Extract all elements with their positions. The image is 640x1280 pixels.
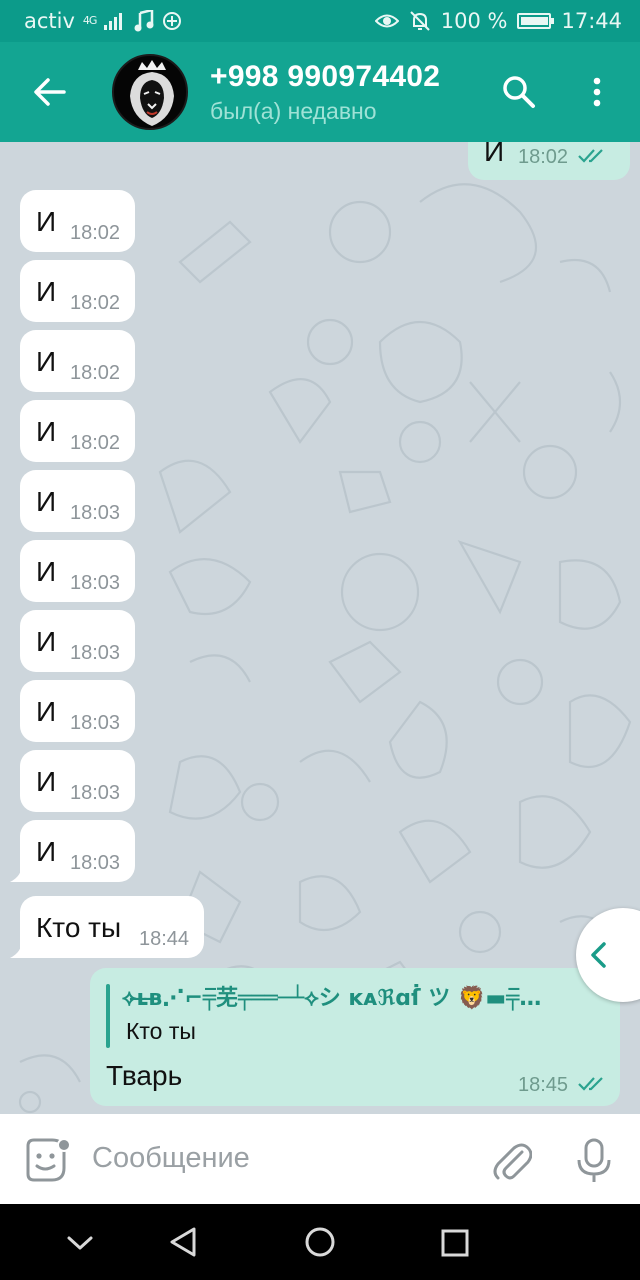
- triangle-back-icon: [170, 1227, 196, 1257]
- chevron-down-icon: [67, 1236, 93, 1250]
- nav-hide-button[interactable]: [64, 1228, 96, 1256]
- circle-home-icon: [305, 1227, 335, 1257]
- search-icon: [503, 76, 535, 108]
- message-incoming[interactable]: Кто ты 18:44: [20, 896, 204, 958]
- lion-king-avatar: [130, 60, 174, 126]
- message-incoming[interactable]: И 18:02: [20, 260, 135, 322]
- message-outgoing[interactable]: И 18:02: [468, 142, 630, 180]
- eye-icon: [374, 14, 399, 28]
- message-text: И: [484, 142, 505, 167]
- music-icon: [134, 10, 154, 32]
- bubble-tail: [10, 940, 32, 958]
- message-time: 18:02: [70, 432, 121, 454]
- message-incoming[interactable]: И 18:03: [20, 540, 135, 602]
- message-incoming[interactable]: И 18:02: [20, 190, 135, 252]
- avatar[interactable]: [112, 54, 188, 130]
- message-time: 18:02: [70, 362, 121, 384]
- network-type: 4G: [82, 14, 97, 27]
- message-time: 18:02: [70, 292, 121, 314]
- chat-area[interactable]: И 18:02 И 18:02 И 18:02 И 18:02 И 18:02 …: [0, 142, 640, 1114]
- contact-info[interactable]: +998 990974402 был(а) недавно: [210, 60, 440, 125]
- nav-recents-button[interactable]: [440, 1228, 470, 1258]
- microphone-icon: [577, 1138, 611, 1182]
- paperclip-icon: [493, 1143, 533, 1180]
- search-button[interactable]: [484, 42, 554, 142]
- message-text: И: [36, 416, 57, 447]
- message-incoming[interactable]: И 18:03: [20, 610, 135, 672]
- sticker-button[interactable]: [22, 1138, 72, 1182]
- system-nav-bar: [0, 1204, 640, 1280]
- arrow-left-icon: [34, 78, 66, 106]
- last-seen-status: был(а) недавно: [210, 97, 377, 124]
- double-check-icon: [578, 149, 603, 163]
- message-text: И: [36, 346, 57, 377]
- message-text: Кто ты: [36, 912, 122, 943]
- contact-name: +998 990974402: [210, 59, 441, 93]
- message-outgoing[interactable]: ⟡ʟ̶ʙ̶⋰⌐╤̅芜╤══─┴⟡シ ĸᴀℜɑẛ ツ 🦁▬╤̅… Кто ты Т…: [90, 968, 620, 1106]
- menu-button[interactable]: [562, 42, 632, 142]
- message-time: 18:02: [518, 146, 569, 168]
- message-text: И: [36, 766, 57, 797]
- clock: 17:44: [561, 9, 622, 33]
- message-text: Тварь: [106, 1060, 183, 1091]
- message-incoming[interactable]: И 18:03: [20, 750, 135, 812]
- message-text: И: [36, 836, 57, 867]
- carrier-label: activ: [24, 9, 75, 33]
- battery-icon: [517, 13, 555, 29]
- signal-icon: [104, 13, 123, 30]
- status-bar: activ 4G 100 % 17:44: [0, 0, 640, 42]
- back-button[interactable]: [0, 42, 100, 142]
- message-time: 18:03: [70, 642, 121, 664]
- nav-home-button[interactable]: [304, 1226, 336, 1258]
- bubble-tail: [10, 864, 32, 882]
- message-text: И: [36, 276, 57, 307]
- sync-icon: [163, 12, 182, 30]
- message-text: И: [36, 626, 57, 657]
- double-check-icon: [578, 1077, 603, 1091]
- message-input-bar: Сообщение: [0, 1114, 640, 1204]
- voice-record-button[interactable]: [574, 1138, 614, 1184]
- message-text: И: [36, 206, 57, 237]
- message-time: 18:02: [70, 222, 121, 244]
- battery-percent: 100 %: [440, 9, 508, 33]
- reply-text: Кто ты: [126, 1018, 196, 1044]
- nav-back-button[interactable]: [168, 1226, 198, 1258]
- message-time: 18:03: [70, 782, 121, 804]
- sticker-icon: [26, 1138, 71, 1182]
- message-incoming[interactable]: И 18:02: [20, 400, 135, 462]
- attach-button[interactable]: [492, 1138, 533, 1182]
- message-incoming[interactable]: И 18:03: [20, 820, 135, 882]
- reply-bar: [106, 984, 110, 1048]
- message-incoming[interactable]: И 18:02: [20, 330, 135, 392]
- message-time: 18:03: [70, 852, 121, 874]
- message-incoming[interactable]: И 18:03: [20, 680, 135, 742]
- message-text: И: [36, 556, 57, 587]
- mute-icon: [410, 11, 430, 31]
- message-time: 18:03: [70, 712, 121, 734]
- message-time: 18:44: [139, 928, 190, 950]
- message-time: 18:03: [70, 502, 121, 524]
- chat-header: +998 990974402 был(а) недавно: [0, 42, 640, 142]
- square-recents-icon: [441, 1229, 469, 1257]
- message-incoming[interactable]: И 18:03: [20, 470, 135, 532]
- message-text: И: [36, 696, 57, 727]
- reply-author: ⟡ʟ̶ʙ̶⋰⌐╤̅芜╤══─┴⟡シ ĸᴀℜɑẛ ツ 🦁▬╤̅…: [122, 986, 542, 1011]
- message-time: 18:45: [518, 1074, 569, 1096]
- message-input[interactable]: Сообщение: [92, 1142, 250, 1175]
- more-vertical-icon: [593, 77, 601, 107]
- message-time: 18:03: [70, 572, 121, 594]
- message-text: И: [36, 486, 57, 517]
- chevron-left-icon: [591, 942, 606, 968]
